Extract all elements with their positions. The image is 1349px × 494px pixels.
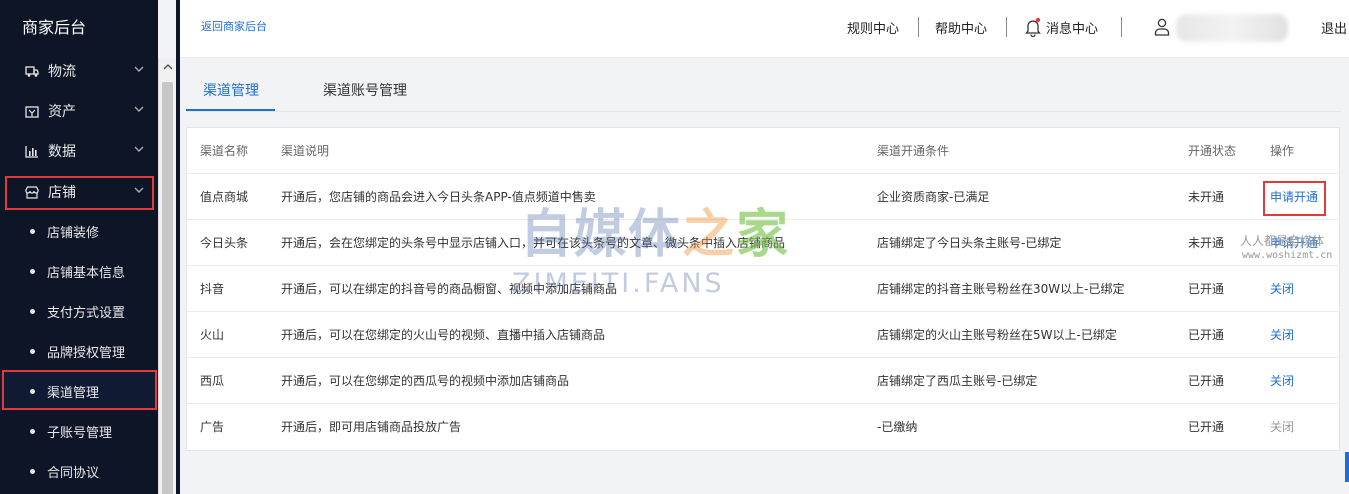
channel-name: 西瓜 (200, 374, 225, 388)
channel-condition: 企业资质商家-已满足 (877, 190, 990, 204)
truck-icon (24, 63, 40, 79)
table-row: 西瓜 开通后，可以在您绑定的西瓜号的视频中添加店铺商品 店铺绑定了西瓜主账号-已… (187, 358, 1339, 404)
sidebar-item-label: 数据 (48, 144, 76, 160)
sidebar-item-data[interactable]: 数据 (0, 131, 158, 171)
channel-table: 渠道名称 渠道说明 渠道开通条件 开通状态 操作 值点商城 开通后，您店铺的商品… (186, 127, 1340, 451)
channel-status: 已开通 (1188, 420, 1225, 434)
column-header: 渠道名称 (200, 144, 249, 158)
sidebar-subitem-brand-auth[interactable]: 品牌授权管理 (0, 331, 158, 371)
sidebar-edge (176, 0, 180, 494)
bell-icon[interactable] (1024, 17, 1042, 37)
blurred-username (1176, 14, 1288, 42)
column-header: 操作 (1270, 144, 1295, 158)
column-header: 开通状态 (1188, 144, 1237, 158)
sidebar-item-label: 资产 (48, 104, 76, 120)
tab-channel-accounts[interactable]: 渠道账号管理 (323, 80, 407, 100)
sidebar: 商家后台 物流 资产 数据 店铺 店铺装修 店铺基本信息 支付方式设置 品牌授权… (0, 0, 158, 494)
channel-desc: 开通后，即可用店铺商品投放广告 (281, 420, 462, 434)
back-to-merchant-link[interactable]: 返回商家后台 (201, 18, 267, 34)
channel-name: 火山 (200, 328, 225, 342)
channel-status: 已开通 (1188, 328, 1225, 342)
logout-button[interactable]: 退出 (1321, 18, 1347, 37)
sidebar-subitem-label: 品牌授权管理 (47, 345, 126, 361)
store-highlight-box (5, 176, 154, 210)
sidebar-subitem-store-decoration[interactable]: 店铺装修 (0, 211, 158, 251)
watermark-text: 之 (682, 205, 737, 265)
channel-status: 未开通 (1188, 190, 1225, 204)
column-header: 渠道说明 (281, 144, 330, 158)
sidebar-subitem-payment[interactable]: 支付方式设置 (0, 291, 158, 331)
watermark-side-cn: 人人都是自媒体 (1240, 234, 1325, 248)
user-icon[interactable] (1154, 18, 1170, 36)
bullet-icon (30, 228, 35, 234)
channel-name: 今日头条 (200, 236, 249, 250)
close-button[interactable]: 关闭 (1270, 358, 1294, 404)
sidebar-subitem-store-info[interactable]: 店铺基本信息 (0, 251, 158, 291)
sidebar-subitem-label: 店铺装修 (47, 225, 100, 241)
chevron-down-icon (134, 146, 144, 152)
table-row: 广告 开通后，即可用店铺商品投放广告 -已缴纳 已开通 关闭 (187, 404, 1339, 450)
top-header: 返回商家后台 规则中心 帮助中心 消息中心 退出 (180, 0, 1349, 58)
apply-highlight-box (1263, 181, 1326, 216)
sidebar-subitem-label: 支付方式设置 (47, 305, 126, 321)
chevron-down-icon (134, 66, 144, 72)
channel-status: 已开通 (1188, 282, 1225, 296)
table-header-row: 渠道名称 渠道说明 渠道开通条件 开通状态 操作 (187, 128, 1339, 174)
nav-divider (1121, 17, 1122, 37)
channel-name: 值点商城 (200, 190, 249, 204)
channel-condition: -已缴纳 (877, 420, 918, 434)
bullet-icon (30, 348, 35, 354)
sidebar-subitem-contracts[interactable]: 合同协议 (0, 451, 158, 491)
channel-condition: 店铺绑定的抖音主账号粉丝在30W以上-已绑定 (877, 282, 1125, 296)
tab-channel-management[interactable]: 渠道管理 (203, 80, 259, 100)
active-tab-indicator (186, 109, 275, 111)
sidebar-subitem-label: 店铺基本信息 (47, 265, 126, 281)
nav-divider (918, 17, 919, 37)
scroll-up-arrow-icon[interactable] (163, 62, 173, 72)
table-row: 抖音 开通后，可以在绑定的抖音号的商品橱窗、视频中添加店铺商品 店铺绑定的抖音主… (187, 266, 1339, 312)
channel-desc: 开通后，可以在您绑定的火山号的视频、直播中插入店铺商品 (281, 328, 606, 342)
sidebar-item-assets[interactable]: 资产 (0, 91, 158, 131)
sidebar-item-label: 物流 (48, 64, 76, 80)
nav-message-center[interactable]: 消息中心 (1046, 18, 1098, 37)
channel-name: 广告 (200, 420, 225, 434)
bullet-icon (30, 308, 35, 314)
close-button[interactable]: 关闭 (1270, 312, 1294, 358)
sidebar-subitem-sub-accounts[interactable]: 子账号管理 (0, 411, 158, 451)
channel-desc: 开通后，可以在您绑定的西瓜号的视频中添加店铺商品 (281, 374, 570, 388)
close-button[interactable]: 关闭 (1270, 266, 1294, 312)
table-row: 火山 开通后，可以在您绑定的火山号的视频、直播中插入店铺商品 店铺绑定的火山主账… (187, 312, 1339, 358)
channel-highlight-box (2, 370, 157, 410)
bullet-icon (30, 428, 35, 434)
channel-status: 已开通 (1188, 374, 1225, 388)
sidebar-item-logistics[interactable]: 物流 (0, 51, 158, 91)
watermark-latin: ZIMEITI.FANS (512, 268, 725, 299)
right-edge-accent (1345, 452, 1349, 482)
sidebar-subitem-label: 合同协议 (47, 465, 100, 481)
watermark-logo: 自媒体之家 (520, 192, 790, 267)
wallet-icon (24, 103, 40, 119)
close-button-disabled: 关闭 (1270, 420, 1295, 434)
bullet-icon (30, 268, 35, 274)
sidebar-title: 商家后台 (22, 18, 87, 37)
nav-divider (1006, 17, 1007, 37)
column-header: 渠道开通条件 (877, 144, 950, 158)
chevron-down-icon (134, 106, 144, 112)
sidebar-scrollbar[interactable] (158, 58, 176, 494)
sidebar-subitem-label: 子账号管理 (47, 425, 113, 441)
channel-condition: 店铺绑定了西瓜主账号-已绑定 (877, 374, 1038, 388)
bar-chart-icon (24, 143, 40, 159)
channel-name: 抖音 (200, 282, 225, 296)
watermark-text: 家 (736, 205, 791, 265)
channel-condition: 店铺绑定了今日头条主账号-已绑定 (877, 236, 1062, 250)
tab-bar: 渠道管理 渠道账号管理 (186, 70, 1341, 112)
nav-rules-center[interactable]: 规则中心 (847, 18, 899, 37)
scrollbar-thumb[interactable] (162, 82, 173, 494)
channel-status: 未开通 (1188, 236, 1225, 250)
nav-help-center[interactable]: 帮助中心 (935, 18, 987, 37)
watermark-side-url: www.woshizmt.cn (1242, 250, 1333, 261)
channel-condition: 店铺绑定的火山主账号粉丝在5W以上-已绑定 (877, 328, 1117, 342)
watermark-text: 自媒体 (520, 205, 683, 265)
bullet-icon (30, 468, 35, 474)
